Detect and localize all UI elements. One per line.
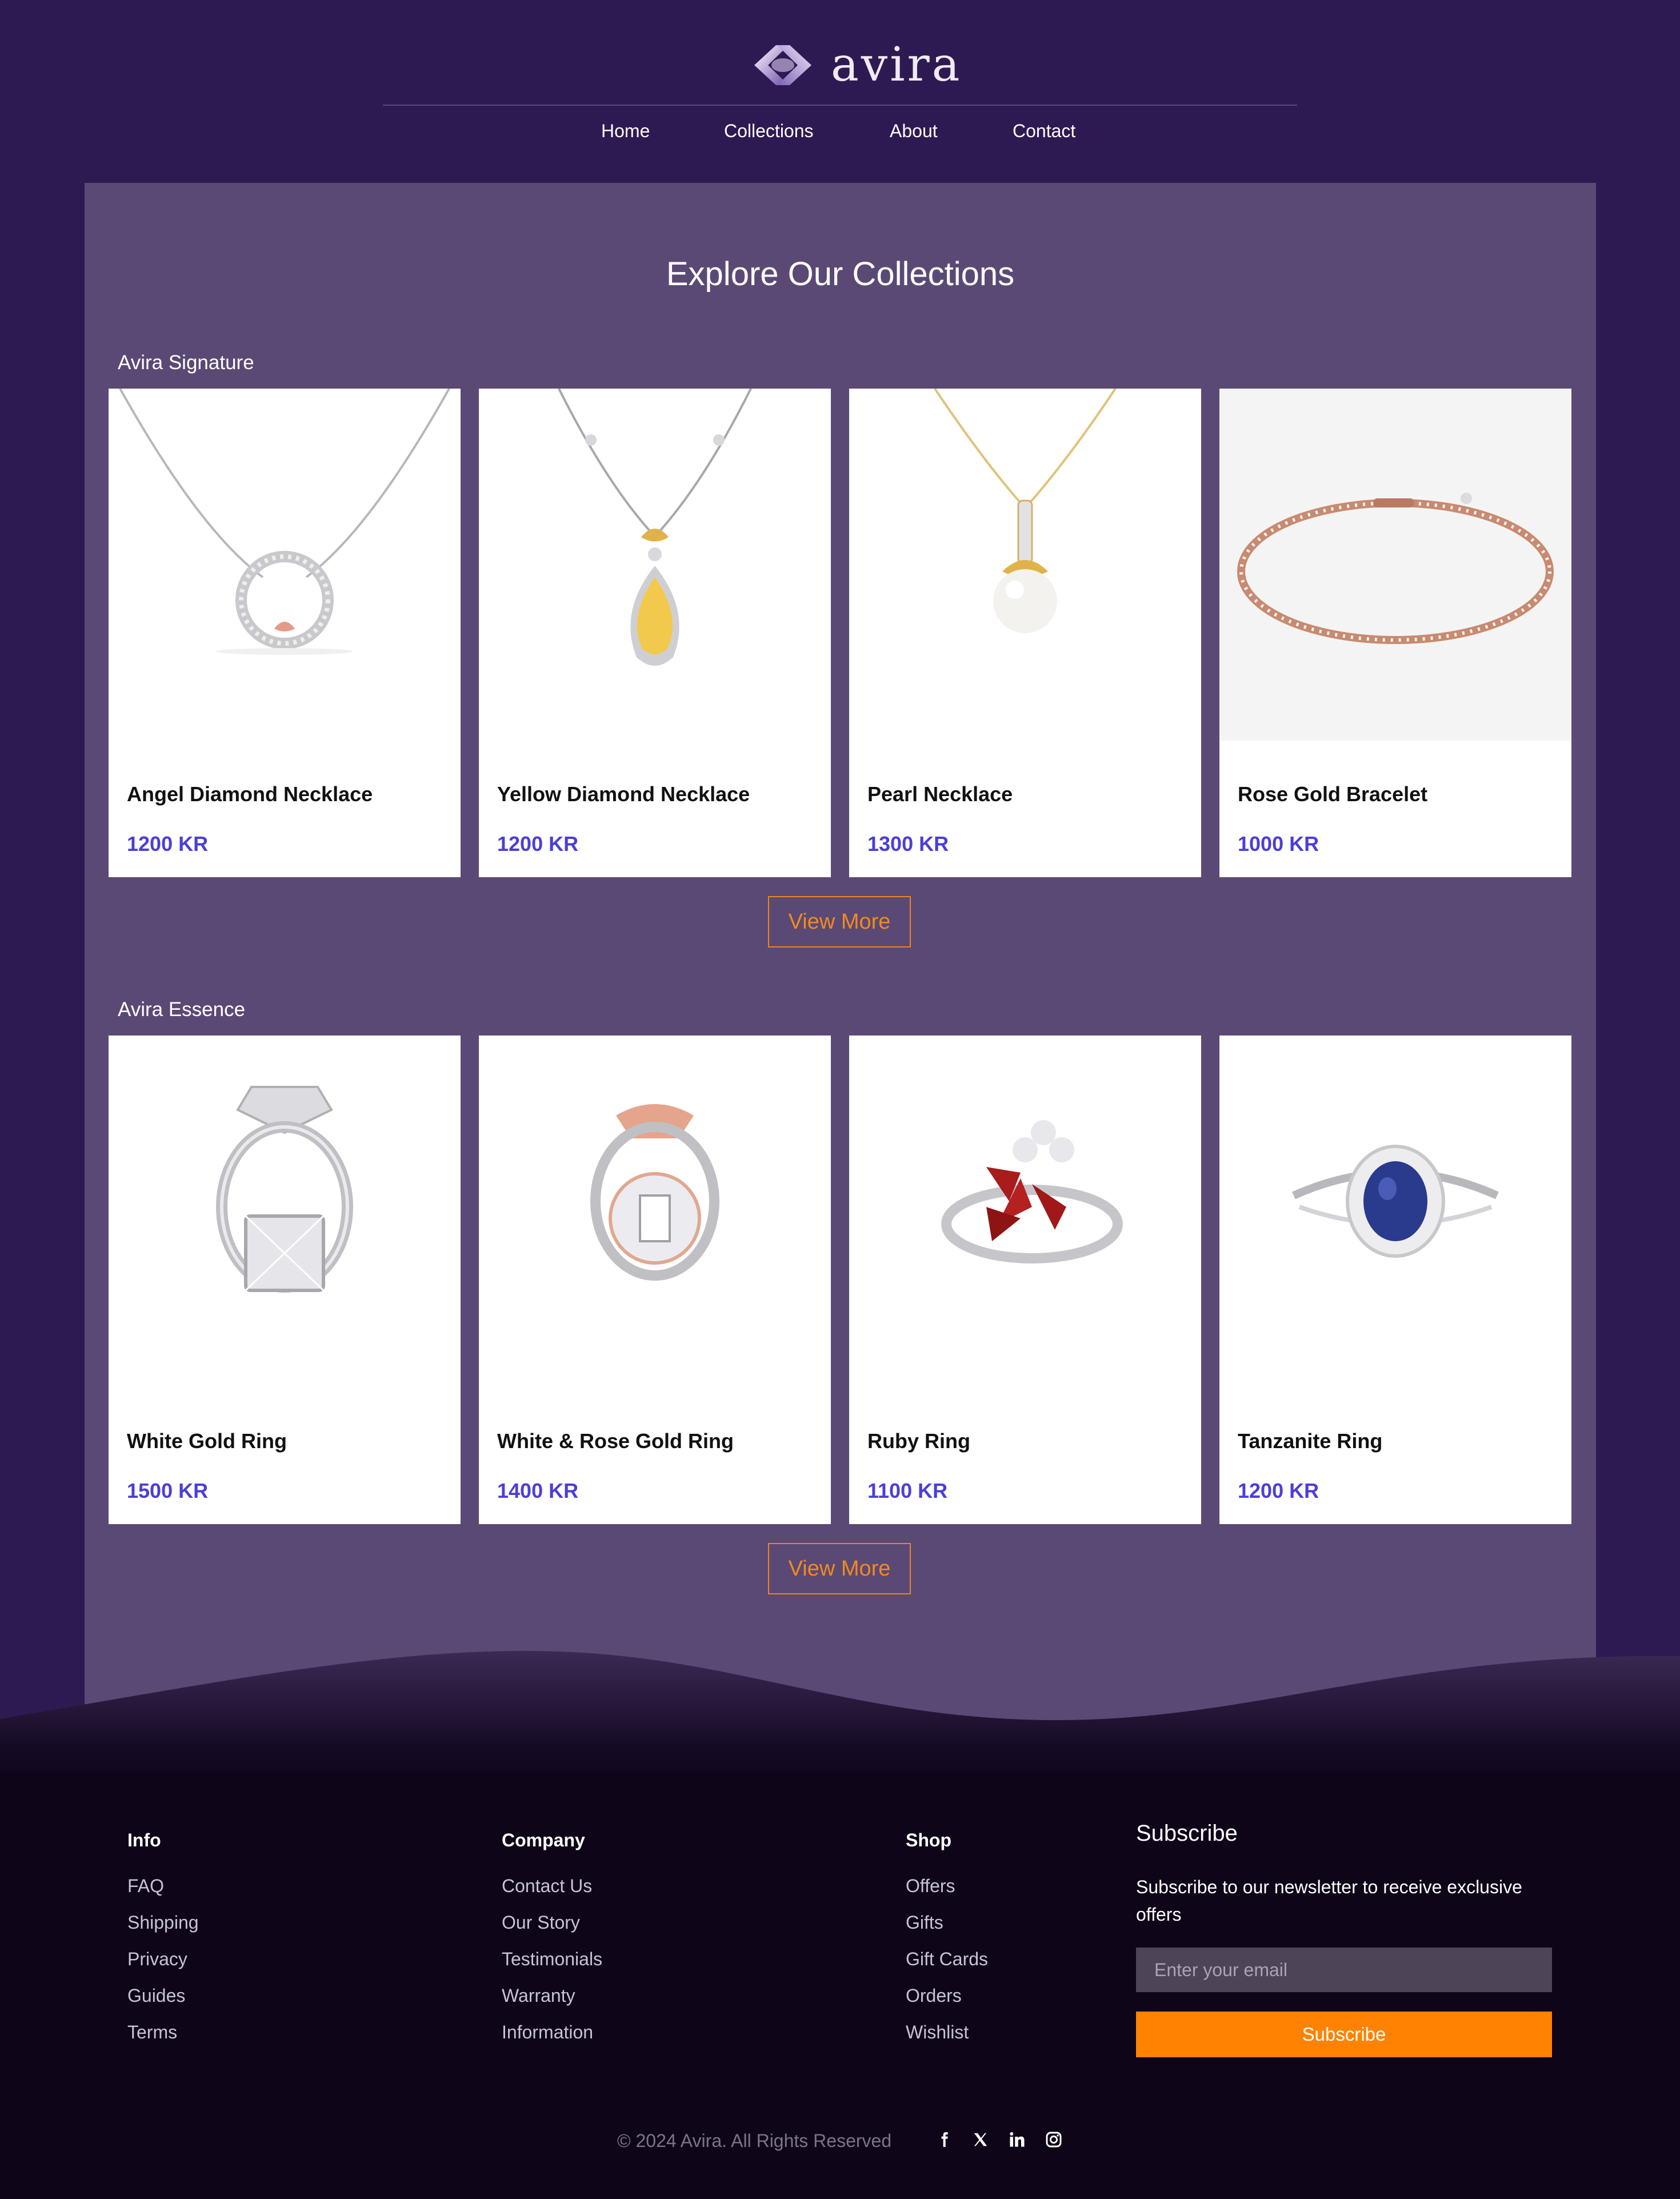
yellow-diamond-necklace-icon <box>558 389 752 666</box>
product-image[interactable] <box>109 389 461 741</box>
footer-link-orders[interactable]: Orders <box>906 1984 962 2007</box>
product-name[interactable]: White Gold Ring <box>127 1427 287 1456</box>
footer-col-title-company: Company <box>502 1830 585 1850</box>
product-image[interactable] <box>109 1035 461 1388</box>
email-field[interactable] <box>1136 1948 1552 1992</box>
main-nav: Home Collections About Contact <box>0 117 1680 145</box>
product-price: 1400 KR <box>497 1479 579 1502</box>
product-card[interactable]: White & Rose Gold Ring 1400 KR <box>479 1035 831 1524</box>
product-image[interactable] <box>849 1035 1201 1388</box>
white-gold-ring-icon <box>216 1086 353 1293</box>
view-more-button[interactable]: View More <box>768 896 911 947</box>
product-name[interactable]: Angel Diamond Necklace <box>127 780 373 809</box>
product-image[interactable] <box>1219 389 1571 741</box>
product-price: 1300 KR <box>867 832 949 855</box>
product-price: 1200 KR <box>1238 1479 1319 1502</box>
white-rose-gold-ring-icon <box>590 1104 719 1281</box>
instagram-icon[interactable] <box>1042 2128 1065 2151</box>
product-name[interactable]: Yellow Diamond Necklace <box>497 780 750 809</box>
footer-wave <box>0 1650 1680 1789</box>
nav-home[interactable]: Home <box>601 117 650 145</box>
product-name[interactable]: Tanzanite Ring <box>1238 1427 1382 1456</box>
product-card[interactable]: Ruby Ring 1100 KR <box>849 1035 1201 1524</box>
collections-panel: Explore Our Collections Avira Signature … <box>85 183 1596 1726</box>
footer-link-shipping[interactable]: Shipping <box>127 1911 199 1934</box>
nav-contact[interactable]: Contact <box>1013 117 1075 145</box>
footer-link-wishlist[interactable]: Wishlist <box>906 2021 969 2044</box>
product-card[interactable]: Yellow Diamond Necklace 1200 KR <box>479 389 831 877</box>
ruby-ring-icon <box>941 1120 1123 1264</box>
product-name[interactable]: White & Rose Gold Ring <box>497 1427 734 1456</box>
page-title: Explore Our Collections <box>666 255 1015 293</box>
product-price: 1200 KR <box>497 832 579 855</box>
pearl-necklace-icon <box>934 389 1117 633</box>
copyright-text: © 2024 Avira. All Rights Reserved <box>617 2130 892 2151</box>
site-header: avira Home Collections About Contact <box>0 0 1680 183</box>
tanzanite-ring-icon <box>1292 1145 1499 1258</box>
product-image[interactable] <box>849 389 1201 741</box>
product-card[interactable]: Angel Diamond Necklace 1200 KR <box>109 389 461 877</box>
product-card[interactable]: Rose Gold Bracelet 1000 KR <box>1219 389 1571 877</box>
footer-link-gifts[interactable]: Gifts <box>906 1911 943 1934</box>
footer-link-warranty[interactable]: Warranty <box>502 1984 575 2007</box>
footer-col-title-info: Info <box>127 1830 161 1850</box>
linkedin-icon[interactable] <box>1006 2128 1029 2151</box>
product-card[interactable]: White Gold Ring 1500 KR <box>109 1035 461 1524</box>
footer-link-information[interactable]: Information <box>502 2021 593 2044</box>
footer-link-gift-cards[interactable]: Gift Cards <box>906 1948 988 1970</box>
footer-link-faq[interactable]: FAQ <box>127 1874 164 1897</box>
product-card[interactable]: Tanzanite Ring 1200 KR <box>1219 1035 1571 1524</box>
product-name[interactable]: Rose Gold Bracelet <box>1238 780 1427 809</box>
section-label-signature: Avira Signature <box>118 351 254 374</box>
section-label-essence: Avira Essence <box>118 998 246 1021</box>
rose-gold-bracelet-icon <box>1237 493 1554 644</box>
footer-link-terms[interactable]: Terms <box>127 2021 177 2044</box>
product-name[interactable]: Pearl Necklace <box>867 780 1013 809</box>
footer-link-contact-us[interactable]: Contact Us <box>502 1874 592 1897</box>
product-image[interactable] <box>1219 1035 1571 1388</box>
facebook-icon[interactable] <box>933 2128 955 2151</box>
subscribe-title: Subscribe <box>1136 1821 1238 1846</box>
product-price: 1500 KR <box>127 1479 209 1502</box>
brand-name: avira <box>831 38 962 92</box>
angel-necklace-icon <box>119 389 450 655</box>
logo[interactable]: avira <box>749 38 962 93</box>
product-card[interactable]: Pearl Necklace 1300 KR <box>849 389 1201 877</box>
footer-link-our-story[interactable]: Our Story <box>502 1911 580 1934</box>
footer-col-title-shop: Shop <box>906 1830 951 1850</box>
subscribe-button[interactable]: Subscribe <box>1136 2012 1552 2057</box>
logo-mark-icon <box>754 45 811 85</box>
footer-link-guides[interactable]: Guides <box>127 1984 185 2007</box>
header-divider <box>383 105 1297 106</box>
view-more-button[interactable]: View More <box>768 1543 911 1594</box>
product-price: 1000 KR <box>1238 832 1319 855</box>
subscribe-description: Subscribe to our newsletter to receive e… <box>1136 1877 1522 1925</box>
product-image[interactable] <box>479 389 831 741</box>
site-footer: Info FAQ Shipping Privacy Guides Terms C… <box>0 1772 1680 2199</box>
product-image[interactable] <box>479 1035 831 1388</box>
nav-about[interactable]: About <box>890 117 938 145</box>
product-name[interactable]: Ruby Ring <box>867 1427 970 1456</box>
footer-link-privacy[interactable]: Privacy <box>127 1948 187 1970</box>
x-icon[interactable] <box>969 2128 992 2151</box>
product-price: 1100 KR <box>867 1479 948 1502</box>
footer-link-offers[interactable]: Offers <box>906 1874 955 1897</box>
nav-collections[interactable]: Collections <box>724 117 814 145</box>
footer-link-testimonials[interactable]: Testimonials <box>502 1948 602 1970</box>
product-price: 1200 KR <box>127 832 209 855</box>
